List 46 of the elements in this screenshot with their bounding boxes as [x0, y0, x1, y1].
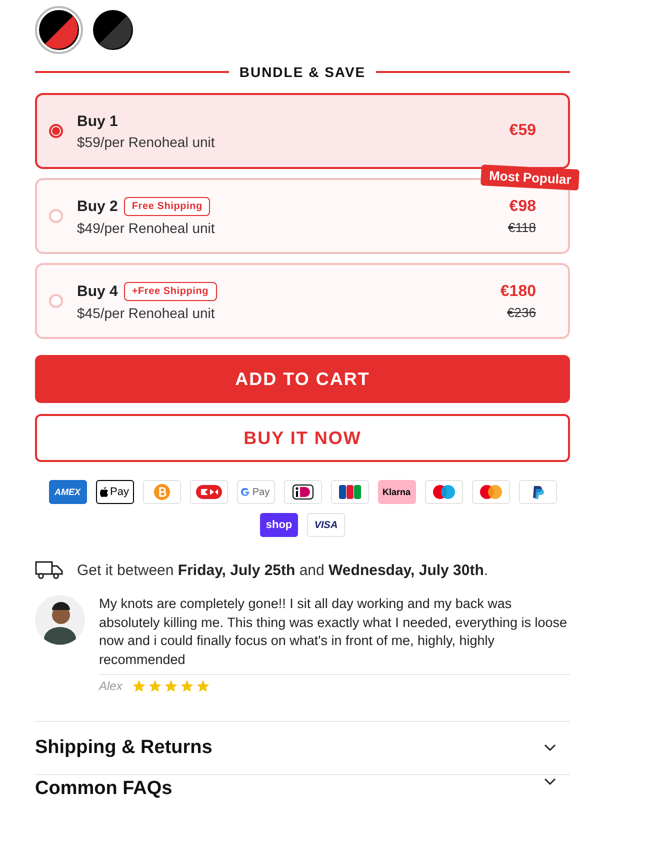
ideal-icon — [284, 480, 322, 504]
paypal-icon — [518, 480, 556, 504]
add-to-cart-button[interactable]: ADD TO CART — [35, 355, 570, 403]
color-swatch[interactable] — [35, 6, 83, 54]
google-pay-icon: Pay — [236, 480, 274, 504]
old-price: €236 — [506, 304, 536, 320]
shipping-badge: Free Shipping — [124, 196, 210, 216]
amex-icon: AMEX — [48, 480, 86, 504]
reviewer-name: Alex — [99, 679, 122, 693]
bundle-option[interactable]: Buy 4 +Free Shipping $45/per Renoheal unit €180 €236 — [35, 263, 570, 339]
price: €59 — [509, 122, 536, 140]
truck-icon — [35, 561, 63, 579]
radio-button[interactable] — [49, 124, 63, 138]
option-title: Buy 4 — [77, 282, 118, 300]
review-text: My knots are completely gone!! I sit all day working and my back was absolutely killing me. This thing was exactly what I needed, everything is loose now and i could finally focus on what's in front of me, highly, highly recommended — [99, 595, 570, 675]
section-heading: BUNDLE & SAVE — [239, 64, 366, 80]
accordion-item[interactable]: Shipping & Returns — [35, 721, 570, 774]
radio-button[interactable] — [49, 294, 63, 308]
bitcoin-icon — [142, 480, 180, 504]
unit-price: $45/per Renoheal unit — [77, 304, 216, 320]
unit-price: $59/per Renoheal unit — [77, 134, 216, 150]
jcb-icon — [330, 480, 368, 504]
chevron-icon — [544, 778, 556, 786]
reviewer-avatar — [35, 595, 85, 645]
shop-pay-icon: shop — [260, 513, 298, 537]
delivery-estimate: Get it between Friday, July 25th and Wednesday, July 30th. — [77, 562, 488, 578]
dankort-icon — [190, 480, 228, 504]
option-title: Buy 1 — [77, 112, 118, 130]
bundle-option[interactable]: Buy 1 $59/per Renoheal unit €59 — [35, 93, 570, 169]
accordion-title: Common FAQs — [35, 778, 172, 800]
chevron-icon — [544, 744, 556, 752]
accordion-title: Shipping & Returns — [35, 737, 212, 759]
price: €98 — [508, 198, 536, 216]
accordion-item[interactable]: Common FAQs — [35, 774, 570, 804]
apple-pay-icon: Pay — [96, 480, 134, 504]
unit-price: $49/per Renoheal unit — [77, 220, 216, 236]
radio-button[interactable] — [49, 209, 63, 223]
visa-icon: VISA — [307, 513, 345, 537]
shipping-badge: +Free Shipping — [124, 282, 217, 300]
price: €180 — [500, 282, 536, 300]
old-price: €118 — [508, 220, 536, 234]
mastercard-icon — [472, 480, 510, 504]
buy-now-button[interactable]: BUY IT NOW — [35, 414, 570, 462]
maestro-icon — [424, 480, 462, 504]
klarna-icon: Klarna — [378, 480, 416, 504]
option-title: Buy 2 — [77, 198, 118, 214]
